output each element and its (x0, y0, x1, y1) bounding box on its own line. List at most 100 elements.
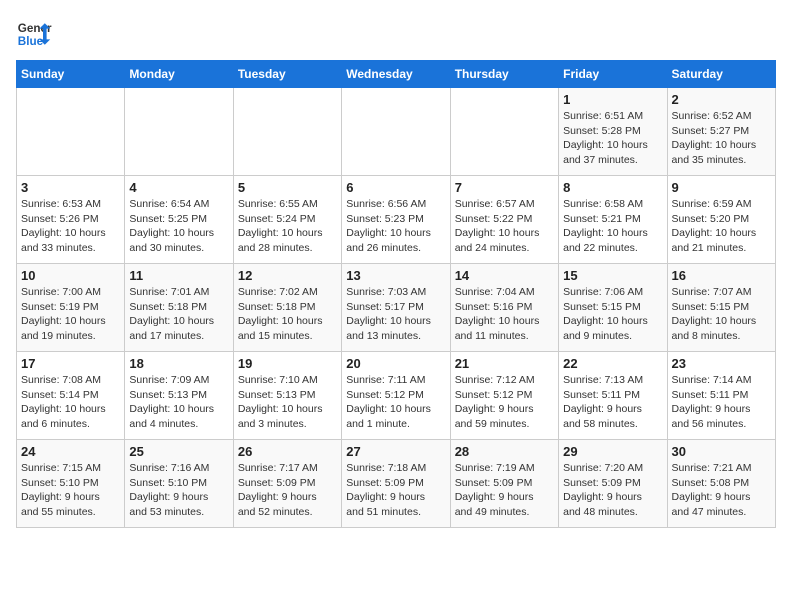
day-info: Sunrise: 7:18 AMSunset: 5:09 PMDaylight:… (346, 461, 445, 520)
calendar-cell (342, 88, 450, 176)
day-info: Sunrise: 6:51 AMSunset: 5:28 PMDaylight:… (563, 109, 662, 168)
calendar-cell: 28Sunrise: 7:19 AMSunset: 5:09 PMDayligh… (450, 440, 558, 528)
calendar-cell: 9 Sunrise: 6:59 AMSunset: 5:20 PMDaylight… (667, 176, 775, 264)
day-info: Sunrise: 7:21 AMSunset: 5:08 PMDaylight:… (672, 461, 771, 520)
day-info: Sunrise: 7:13 AMSunset: 5:11 PMDaylight:… (563, 373, 662, 432)
weekday-header-friday: Friday (559, 61, 667, 88)
week-row-5: 24 Sunrise: 7:15 AMSunset: 5:10 PMDayligh… (17, 440, 776, 528)
calendar-cell: 11 Sunrise: 7:01 AMSunset: 5:18 PMDayligh… (125, 264, 233, 352)
calendar-cell: 30 Sunrise: 7:21 AMSunset: 5:08 PMDayligh… (667, 440, 775, 528)
day-number: 16 (672, 268, 771, 283)
day-number: 1 (563, 92, 662, 107)
day-info: Sunrise: 7:09 AMSunset: 5:13 PMDaylight:… (129, 373, 228, 432)
day-info: Sunrise: 6:56 AMSunset: 5:23 PMDaylight:… (346, 197, 445, 256)
calendar-cell: 12 Sunrise: 7:02 AMSunset: 5:18 PMDayligh… (233, 264, 341, 352)
day-info: Sunrise: 6:54 AMSunset: 5:25 PMDaylight:… (129, 197, 228, 256)
calendar-cell: 22 Sunrise: 7:13 AMSunset: 5:11 PMDayligh… (559, 352, 667, 440)
day-info: Sunrise: 7:07 AMSunset: 5:15 PMDaylight:… (672, 285, 771, 344)
day-info: Sunrise: 6:53 AMSunset: 5:26 PMDaylight:… (21, 197, 120, 256)
day-number: 20 (346, 356, 445, 371)
day-info: Sunrise: 7:12 AMSunset: 5:12 PMDaylight:… (455, 373, 554, 432)
day-number: 26 (238, 444, 337, 459)
day-number: 9 (672, 180, 771, 195)
calendar-cell: 29 Sunrise: 7:20 AMSunset: 5:09 PMDayligh… (559, 440, 667, 528)
calendar-cell: 14Sunrise: 7:04 AMSunset: 5:16 PMDayligh… (450, 264, 558, 352)
day-info: Sunrise: 7:02 AMSunset: 5:18 PMDaylight:… (238, 285, 337, 344)
calendar-cell: 1 Sunrise: 6:51 AMSunset: 5:28 PMDaylight… (559, 88, 667, 176)
calendar-cell: 10 Sunrise: 7:00 AMSunset: 5:19 PMDayligh… (17, 264, 125, 352)
calendar-cell: 18Sunrise: 7:09 AMSunset: 5:13 PMDayligh… (125, 352, 233, 440)
day-info: Sunrise: 7:19 AMSunset: 5:09 PMDaylight:… (455, 461, 554, 520)
calendar-cell (450, 88, 558, 176)
calendar-cell (233, 88, 341, 176)
day-info: Sunrise: 7:06 AMSunset: 5:15 PMDaylight:… (563, 285, 662, 344)
day-number: 7 (455, 180, 554, 195)
day-number: 8 (563, 180, 662, 195)
day-number: 4 (129, 180, 228, 195)
weekday-header-saturday: Saturday (667, 61, 775, 88)
day-info: Sunrise: 7:08 AMSunset: 5:14 PMDaylight:… (21, 373, 120, 432)
calendar-cell: 3 Sunrise: 6:53 AMSunset: 5:26 PMDaylight… (17, 176, 125, 264)
day-number: 6 (346, 180, 445, 195)
calendar-cell: 19Sunrise: 7:10 AMSunset: 5:13 PMDayligh… (233, 352, 341, 440)
day-number: 25 (129, 444, 228, 459)
day-number: 3 (21, 180, 120, 195)
logo-icon: General Blue (16, 16, 52, 52)
header: General Blue (16, 16, 776, 52)
day-number: 27 (346, 444, 445, 459)
day-info: Sunrise: 7:11 AMSunset: 5:12 PMDaylight:… (346, 373, 445, 432)
day-number: 17 (21, 356, 120, 371)
calendar-cell (17, 88, 125, 176)
day-number: 12 (238, 268, 337, 283)
calendar-cell: 2 Sunrise: 6:52 AMSunset: 5:27 PMDaylight… (667, 88, 775, 176)
weekday-header-sunday: Sunday (17, 61, 125, 88)
calendar-cell: 24 Sunrise: 7:15 AMSunset: 5:10 PMDayligh… (17, 440, 125, 528)
day-info: Sunrise: 7:15 AMSunset: 5:10 PMDaylight:… (21, 461, 120, 520)
day-info: Sunrise: 7:01 AMSunset: 5:18 PMDaylight:… (129, 285, 228, 344)
calendar-cell: 4 Sunrise: 6:54 AMSunset: 5:25 PMDaylight… (125, 176, 233, 264)
week-row-4: 17 Sunrise: 7:08 AMSunset: 5:14 PMDayligh… (17, 352, 776, 440)
svg-text:Blue: Blue (18, 35, 44, 48)
day-number: 10 (21, 268, 120, 283)
day-info: Sunrise: 7:00 AMSunset: 5:19 PMDaylight:… (21, 285, 120, 344)
calendar-cell: 13 Sunrise: 7:03 AMSunset: 5:17 PMDayligh… (342, 264, 450, 352)
calendar-cell: 20 Sunrise: 7:11 AMSunset: 5:12 PMDayligh… (342, 352, 450, 440)
week-row-1: 1 Sunrise: 6:51 AMSunset: 5:28 PMDaylight… (17, 88, 776, 176)
weekday-header-monday: Monday (125, 61, 233, 88)
calendar-cell: 7 Sunrise: 6:57 AMSunset: 5:22 PMDaylight… (450, 176, 558, 264)
day-info: Sunrise: 6:52 AMSunset: 5:27 PMDaylight:… (672, 109, 771, 168)
day-info: Sunrise: 7:20 AMSunset: 5:09 PMDaylight:… (563, 461, 662, 520)
day-info: Sunrise: 6:55 AMSunset: 5:24 PMDaylight:… (238, 197, 337, 256)
svg-text:General: General (18, 22, 52, 35)
day-number: 13 (346, 268, 445, 283)
calendar-cell: 21Sunrise: 7:12 AMSunset: 5:12 PMDayligh… (450, 352, 558, 440)
day-number: 15 (563, 268, 662, 283)
calendar-cell: 23 Sunrise: 7:14 AMSunset: 5:11 PMDayligh… (667, 352, 775, 440)
day-info: Sunrise: 7:14 AMSunset: 5:11 PMDaylight:… (672, 373, 771, 432)
day-number: 2 (672, 92, 771, 107)
day-info: Sunrise: 6:59 AMSunset: 5:20 PMDaylight:… (672, 197, 771, 256)
weekday-header-tuesday: Tuesday (233, 61, 341, 88)
calendar-cell: 25Sunrise: 7:16 AMSunset: 5:10 PMDayligh… (125, 440, 233, 528)
calendar-cell: 15 Sunrise: 7:06 AMSunset: 5:15 PMDayligh… (559, 264, 667, 352)
day-info: Sunrise: 7:03 AMSunset: 5:17 PMDaylight:… (346, 285, 445, 344)
calendar-cell: 6 Sunrise: 6:56 AMSunset: 5:23 PMDaylight… (342, 176, 450, 264)
day-info: Sunrise: 6:57 AMSunset: 5:22 PMDaylight:… (455, 197, 554, 256)
day-number: 29 (563, 444, 662, 459)
day-info: Sunrise: 6:58 AMSunset: 5:21 PMDaylight:… (563, 197, 662, 256)
day-number: 5 (238, 180, 337, 195)
calendar-cell: 5 Sunrise: 6:55 AMSunset: 5:24 PMDaylight… (233, 176, 341, 264)
day-number: 24 (21, 444, 120, 459)
day-number: 11 (129, 268, 228, 283)
week-row-3: 10 Sunrise: 7:00 AMSunset: 5:19 PMDayligh… (17, 264, 776, 352)
day-info: Sunrise: 7:10 AMSunset: 5:13 PMDaylight:… (238, 373, 337, 432)
weekday-header-thursday: Thursday (450, 61, 558, 88)
weekday-header-row: SundayMondayTuesdayWednesdayThursdayFrid… (17, 61, 776, 88)
day-number: 14 (455, 268, 554, 283)
calendar-table: SundayMondayTuesdayWednesdayThursdayFrid… (16, 60, 776, 528)
calendar-cell: 17 Sunrise: 7:08 AMSunset: 5:14 PMDayligh… (17, 352, 125, 440)
day-number: 23 (672, 356, 771, 371)
day-number: 30 (672, 444, 771, 459)
week-row-2: 3 Sunrise: 6:53 AMSunset: 5:26 PMDaylight… (17, 176, 776, 264)
day-number: 22 (563, 356, 662, 371)
